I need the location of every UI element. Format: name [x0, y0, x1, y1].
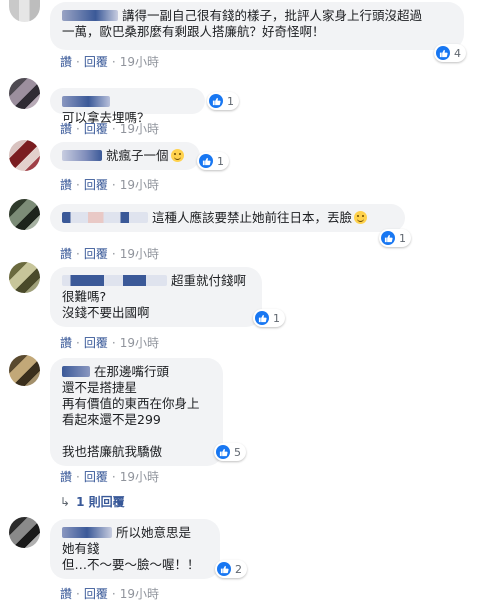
reply-button[interactable]: 回覆	[84, 470, 108, 484]
author-name-blurred[interactable]	[62, 96, 110, 107]
comment-text: 一萬，歐巴桑那麼有剩跟人搭廉航？好奇怪啊！	[62, 24, 325, 39]
comment-text: 很難嗎?	[62, 289, 107, 304]
avatar[interactable]	[9, 199, 40, 230]
reaction-count[interactable]: 1	[207, 92, 239, 110]
reply-button[interactable]: 回覆	[84, 587, 108, 601]
comment-text: 在那邊嘴行頭	[94, 364, 170, 379]
like-button[interactable]: 讚	[60, 470, 72, 484]
reply-button[interactable]: 回覆	[84, 247, 108, 261]
timestamp[interactable]: 19小時	[120, 55, 159, 69]
avatar[interactable]	[9, 140, 40, 171]
reply-button[interactable]: 回覆	[84, 178, 108, 192]
comment-actions: 讚 · 回覆 · 19小時	[60, 336, 159, 350]
smile-emoji-icon	[170, 149, 184, 162]
like-icon	[209, 94, 223, 108]
comment-text: 看起來還不是299	[62, 412, 161, 427]
comment-bubble: 在那邊嘴行頭 還不是搭捷星 再有價值的東西在你身上 看起來還不是299 我也搭廉…	[50, 358, 223, 466]
comment-text: 但…不～要～臉～喔！！	[62, 557, 200, 572]
avatar[interactable]	[9, 517, 40, 548]
author-name-blurred[interactable]	[62, 366, 90, 377]
comment-actions: 讚 · 回覆 · 19小時	[60, 247, 159, 261]
like-button[interactable]: 讚	[60, 178, 72, 192]
like-icon	[255, 311, 269, 325]
comment-text: 就瘋子一個	[106, 148, 169, 163]
like-button[interactable]: 讚	[60, 587, 72, 601]
comment-bubble: 所以她意思是 她有錢 但…不～要～臉～喔！！	[50, 519, 220, 579]
smile-emoji-icon	[354, 211, 368, 224]
avatar[interactable]	[9, 262, 40, 293]
avatar[interactable]	[9, 78, 40, 109]
comment-bubble: 這種人應該要禁止她前往日本，丟臉	[50, 204, 405, 232]
comment-text: 所以她意思是	[116, 525, 192, 540]
comment-bubble: 可以拿去埋嗎？	[50, 88, 205, 125]
reaction-count[interactable]: 5	[214, 443, 246, 461]
reaction-count[interactable]: 1	[253, 309, 285, 327]
timestamp[interactable]: 19小時	[120, 470, 159, 484]
like-icon	[216, 445, 230, 459]
comment-text: 再有價值的東西在你身上	[62, 396, 200, 411]
comment-bubble: 就瘋子一個	[50, 142, 200, 170]
author-name-blurred[interactable]	[62, 150, 102, 161]
comment-actions: 讚 · 回覆 · 19小時	[60, 122, 159, 136]
like-button[interactable]: 讚	[60, 336, 72, 350]
comment-bubble: 超重就付錢啊 很難嗎? 沒錢不要出國啊	[50, 267, 262, 327]
reaction-count[interactable]: 4	[434, 44, 466, 62]
comment-text: 沒錢不要出國啊	[62, 305, 150, 320]
view-replies-link[interactable]: ↳ 1 則回覆	[60, 493, 125, 510]
like-icon	[381, 231, 395, 245]
like-button[interactable]: 讚	[60, 122, 72, 136]
avatar[interactable]	[9, 355, 40, 386]
timestamp[interactable]: 19小時	[120, 178, 159, 192]
timestamp[interactable]: 19小時	[120, 122, 159, 136]
like-button[interactable]: 讚	[60, 247, 72, 261]
comment-text: 講得一副自己很有錢的樣子，批評人家身上行頭沒超過	[122, 8, 423, 23]
author-name-blurred[interactable]	[62, 527, 112, 538]
comment-actions: 讚 · 回覆 · 19小時	[60, 55, 159, 69]
comment-text: 我也搭廉航我驕傲	[62, 444, 163, 459]
author-name-blurred[interactable]	[62, 212, 148, 223]
reaction-count[interactable]: 1	[379, 229, 411, 247]
reply-button[interactable]: 回覆	[84, 336, 108, 350]
like-icon	[436, 46, 450, 60]
timestamp[interactable]: 19小時	[120, 336, 159, 350]
timestamp[interactable]: 19小時	[120, 587, 159, 601]
author-name-blurred[interactable]	[62, 10, 118, 21]
author-name-blurred[interactable]	[62, 275, 167, 286]
reaction-count[interactable]: 1	[197, 152, 229, 170]
comment-text: 還不是搭捷星	[62, 380, 138, 395]
timestamp[interactable]: 19小時	[120, 247, 159, 261]
reply-arrow-icon: ↳	[60, 495, 71, 509]
like-icon	[217, 562, 231, 576]
comment-text: 這種人應該要禁止她前往日本，丟臉	[152, 210, 353, 225]
reply-button[interactable]: 回覆	[84, 122, 108, 136]
like-button[interactable]: 讚	[60, 55, 72, 69]
comment-actions: 讚 · 回覆 · 19小時	[60, 470, 159, 484]
comment-text: 超重就付錢啊	[171, 273, 247, 288]
comment-bubble: 講得一副自己很有錢的樣子，批評人家身上行頭沒超過 一萬，歐巴桑那麼有剩跟人搭廉航…	[50, 2, 464, 50]
reply-button[interactable]: 回覆	[84, 55, 108, 69]
like-icon	[199, 154, 213, 168]
reaction-count[interactable]: 2	[215, 560, 247, 578]
comment-text: 她有錢	[62, 541, 100, 556]
comment-actions: 讚 · 回覆 · 19小時	[60, 178, 159, 192]
avatar[interactable]	[9, 0, 40, 22]
comment-actions: 讚 · 回覆 · 19小時	[60, 587, 159, 601]
